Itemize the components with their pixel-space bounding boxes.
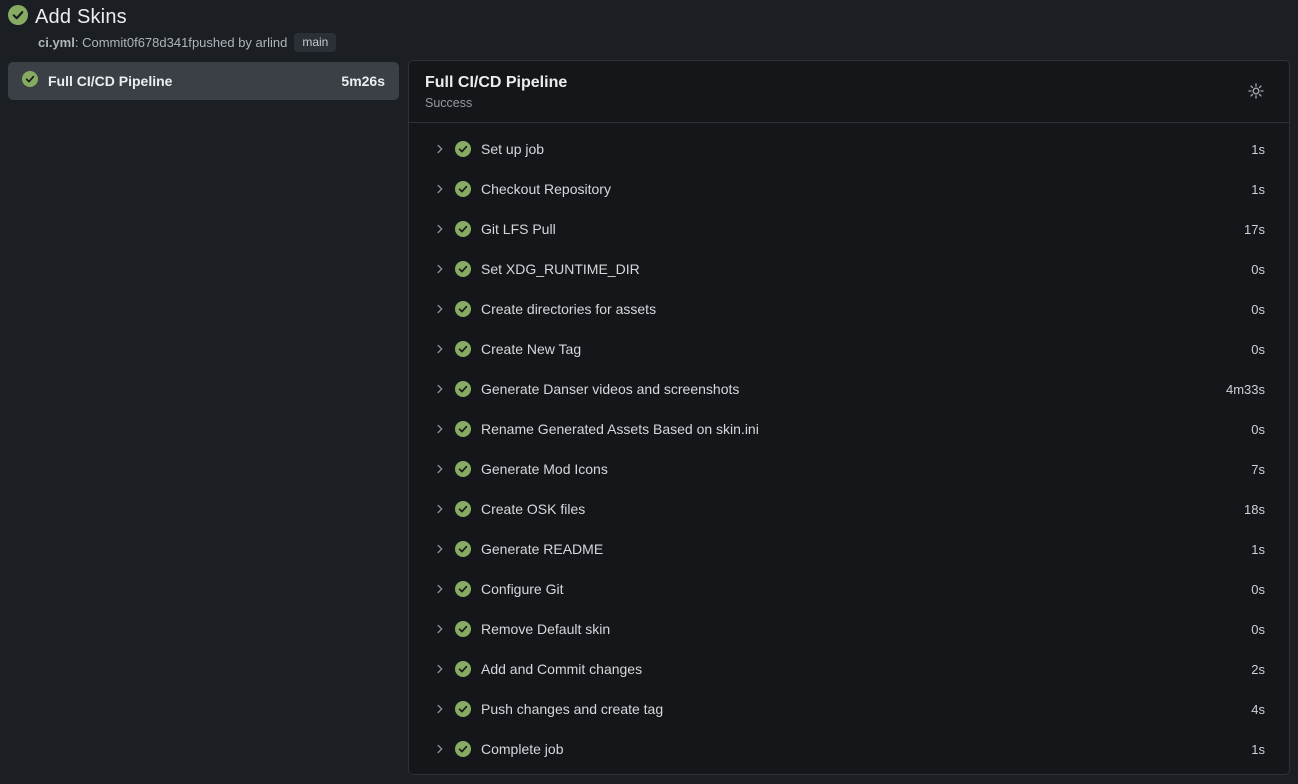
steps-list: Set up job 1s Checkout Repository 1s bbox=[409, 123, 1289, 776]
check-circle-icon bbox=[455, 341, 471, 357]
step-name: Create directories for assets bbox=[481, 301, 656, 317]
step-name: Complete job bbox=[481, 741, 564, 757]
step-duration: 4s bbox=[1251, 702, 1265, 717]
chevron-right-icon[interactable] bbox=[434, 263, 446, 275]
step-duration: 1s bbox=[1251, 542, 1265, 557]
run-title: Add Skins bbox=[35, 6, 127, 29]
step-row[interactable]: Git LFS Pull 17s bbox=[409, 209, 1289, 249]
gear-icon[interactable] bbox=[1245, 80, 1267, 102]
panel-header: Full CI/CD Pipeline Success bbox=[409, 61, 1289, 123]
sidebar-job-item[interactable]: Full CI/CD Pipeline 5m26s bbox=[8, 62, 399, 100]
job-detail-panel: Full CI/CD Pipeline Success Set up job 1 bbox=[408, 60, 1290, 775]
step-row[interactable]: Remove Default skin 0s bbox=[409, 609, 1289, 649]
run-subtitle: ci.yml: Commit 0f678d341f pushed by arli… bbox=[38, 33, 336, 52]
check-circle-icon bbox=[8, 5, 28, 30]
commit-text-prefix: : Commit bbox=[75, 35, 127, 50]
check-circle-icon bbox=[455, 221, 471, 237]
step-row[interactable]: Create New Tag 0s bbox=[409, 329, 1289, 369]
check-circle-icon bbox=[455, 501, 471, 517]
check-circle-icon bbox=[22, 71, 38, 92]
chevron-right-icon[interactable] bbox=[434, 623, 446, 635]
step-name: Generate README bbox=[481, 541, 603, 557]
job-name: Full CI/CD Pipeline bbox=[48, 73, 172, 89]
step-row[interactable]: Configure Git 0s bbox=[409, 569, 1289, 609]
step-name: Set up job bbox=[481, 141, 544, 157]
step-name: Create OSK files bbox=[481, 501, 585, 517]
panel-job-status: Success bbox=[425, 96, 1273, 110]
step-row[interactable]: Create OSK files 18s bbox=[409, 489, 1289, 529]
check-circle-icon bbox=[455, 621, 471, 637]
step-row[interactable]: Checkout Repository 1s bbox=[409, 169, 1289, 209]
check-circle-icon bbox=[455, 581, 471, 597]
check-circle-icon bbox=[455, 141, 471, 157]
step-row[interactable]: Add and Commit changes 2s bbox=[409, 649, 1289, 689]
step-row[interactable]: Set XDG_RUNTIME_DIR 0s bbox=[409, 249, 1289, 289]
branch-badge[interactable]: main bbox=[294, 33, 336, 52]
check-circle-icon bbox=[455, 181, 471, 197]
step-duration: 0s bbox=[1251, 622, 1265, 637]
check-circle-icon bbox=[455, 541, 471, 557]
panel-job-title: Full CI/CD Pipeline bbox=[425, 73, 1273, 93]
chevron-right-icon[interactable] bbox=[434, 143, 446, 155]
check-circle-icon bbox=[455, 741, 471, 757]
workflow-file: ci.yml bbox=[38, 35, 75, 50]
step-name: Checkout Repository bbox=[481, 181, 611, 197]
check-circle-icon bbox=[455, 421, 471, 437]
step-duration: 17s bbox=[1244, 222, 1265, 237]
step-name: Set XDG_RUNTIME_DIR bbox=[481, 261, 640, 277]
step-row[interactable]: Generate Danser videos and screenshots 4… bbox=[409, 369, 1289, 409]
chevron-right-icon[interactable] bbox=[434, 743, 446, 755]
step-row[interactable]: Complete job 1s bbox=[409, 729, 1289, 769]
chevron-right-icon[interactable] bbox=[434, 503, 446, 515]
check-circle-icon bbox=[455, 701, 471, 717]
step-row[interactable]: Set up job 1s bbox=[409, 129, 1289, 169]
check-circle-icon bbox=[455, 381, 471, 397]
step-row[interactable]: Push changes and create tag 4s bbox=[409, 689, 1289, 729]
step-name: Create New Tag bbox=[481, 341, 581, 357]
step-duration: 18s bbox=[1244, 502, 1265, 517]
step-duration: 2s bbox=[1251, 662, 1265, 677]
chevron-right-icon[interactable] bbox=[434, 343, 446, 355]
chevron-right-icon[interactable] bbox=[434, 423, 446, 435]
run-header: Add Skins ci.yml: Commit 0f678d341f push… bbox=[8, 5, 336, 52]
step-name: Push changes and create tag bbox=[481, 701, 663, 717]
chevron-right-icon[interactable] bbox=[434, 223, 446, 235]
commit-hash[interactable]: 0f678d341f bbox=[127, 35, 192, 50]
step-row[interactable]: Rename Generated Assets Based on skin.in… bbox=[409, 409, 1289, 449]
step-duration: 0s bbox=[1251, 262, 1265, 277]
step-name: Remove Default skin bbox=[481, 621, 610, 637]
chevron-right-icon[interactable] bbox=[434, 383, 446, 395]
step-duration: 0s bbox=[1251, 342, 1265, 357]
step-duration: 4m33s bbox=[1226, 382, 1265, 397]
chevron-right-icon[interactable] bbox=[434, 543, 446, 555]
chevron-right-icon[interactable] bbox=[434, 183, 446, 195]
chevron-right-icon[interactable] bbox=[434, 663, 446, 675]
step-row[interactable]: Create directories for assets 0s bbox=[409, 289, 1289, 329]
check-circle-icon bbox=[455, 661, 471, 677]
step-name: Configure Git bbox=[481, 581, 563, 597]
step-duration: 7s bbox=[1251, 462, 1265, 477]
step-duration: 1s bbox=[1251, 142, 1265, 157]
step-duration: 0s bbox=[1251, 422, 1265, 437]
step-name: Rename Generated Assets Based on skin.in… bbox=[481, 421, 759, 437]
step-name: Generate Mod Icons bbox=[481, 461, 608, 477]
step-name: Generate Danser videos and screenshots bbox=[481, 381, 739, 397]
step-duration: 0s bbox=[1251, 302, 1265, 317]
step-name: Git LFS Pull bbox=[481, 221, 556, 237]
job-duration: 5m26s bbox=[341, 73, 385, 89]
step-row[interactable]: Generate README 1s bbox=[409, 529, 1289, 569]
step-duration: 1s bbox=[1251, 742, 1265, 757]
check-circle-icon bbox=[455, 301, 471, 317]
chevron-right-icon[interactable] bbox=[434, 703, 446, 715]
step-duration: 1s bbox=[1251, 182, 1265, 197]
step-row[interactable]: Generate Mod Icons 7s bbox=[409, 449, 1289, 489]
chevron-right-icon[interactable] bbox=[434, 463, 446, 475]
chevron-right-icon[interactable] bbox=[434, 583, 446, 595]
step-name: Add and Commit changes bbox=[481, 661, 642, 677]
chevron-right-icon[interactable] bbox=[434, 303, 446, 315]
check-circle-icon bbox=[455, 261, 471, 277]
step-duration: 0s bbox=[1251, 582, 1265, 597]
check-circle-icon bbox=[455, 461, 471, 477]
commit-text-suffix: pushed by arlind bbox=[192, 35, 287, 50]
